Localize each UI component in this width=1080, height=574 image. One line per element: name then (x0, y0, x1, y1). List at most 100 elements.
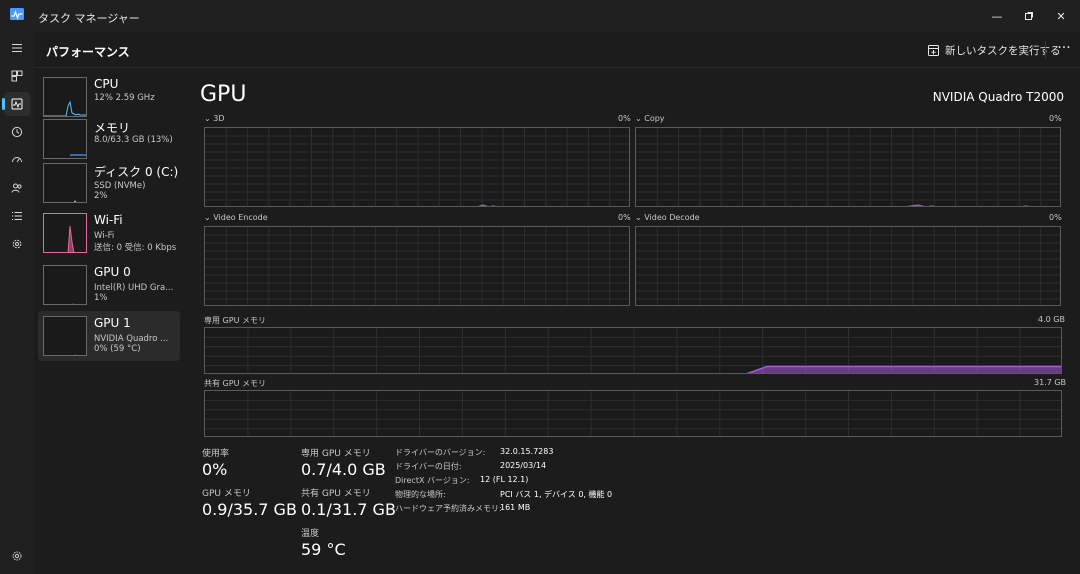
device-name: GPU 0 (94, 265, 131, 279)
engine-selector-copy[interactable]: ⌄ Copy (635, 114, 665, 123)
directx-version-value: 12 (FL 12.1) (480, 475, 529, 484)
nav-app-history[interactable] (4, 120, 30, 144)
device-detail: Wi-Fi (94, 231, 115, 241)
gpu-performance-panel: GPU NVIDIA Quadro T2000 ⌄ 3D 0% ⌄ Copy 0… (184, 68, 1080, 574)
graph-grid (636, 227, 1060, 305)
device-item-memory[interactable]: メモリ 8.0/63.3 GB (13%) (38, 114, 180, 164)
more-options-button[interactable]: ··· (1054, 41, 1074, 59)
utilization-value: 0% (202, 460, 228, 479)
details-icon (12, 212, 22, 220)
cpu-mini-graph (43, 77, 87, 117)
graph-dedicated-memory (204, 327, 1062, 374)
device-name: Wi-Fi (94, 213, 123, 227)
disk-mini-graph (43, 163, 87, 203)
driver-version-value: 32.0.15.7283 (500, 447, 554, 456)
engine-label: Video Encode (213, 213, 268, 222)
page-header: パフォーマンス 新しいタスクを実行する ··· (34, 32, 1080, 68)
header-divider (1045, 41, 1046, 59)
settings-icon (12, 551, 22, 561)
dedicated-memory-max: 4.0 GB (1038, 315, 1065, 324)
dedicated-memory-fill (748, 366, 1061, 373)
device-item-wifi[interactable]: Wi-Fi Wi-Fi 送信: 0 受信: 0 Kbps (38, 208, 180, 258)
run-new-task-label: 新しいタスクを実行する (945, 44, 1061, 57)
device-detail: 12% 2.59 GHz (94, 93, 155, 103)
device-name: ディスク 0 (C:) (94, 165, 179, 179)
engine-value: 0% (1049, 114, 1062, 123)
dedicated-memory-stat-label: 専用 GPU メモリ (301, 449, 371, 459)
utilization-label: 使用率 (202, 449, 230, 459)
processes-icon (11, 70, 23, 82)
physical-location-label: 物理的な場所: (395, 490, 446, 499)
shared-memory-stat-value: 0.1/31.7 GB (301, 500, 396, 519)
graph-video-encode (204, 226, 630, 306)
gpu1-mini-graph (43, 316, 87, 356)
device-detail-2: 送信: 0 受信: 0 Kbps (94, 243, 177, 253)
driver-date-label: ドライバーの日付: (395, 462, 462, 471)
physical-location-value: PCI バス 1, デバイス 0, 機能 0 (500, 490, 613, 499)
nav-users[interactable] (4, 176, 30, 200)
nav-rail (0, 32, 34, 574)
new-task-icon (928, 44, 939, 56)
minimize-button[interactable]: — (980, 0, 1014, 32)
graph-copy (635, 127, 1061, 207)
engine-value: 0% (1049, 213, 1062, 222)
restore-icon (1025, 12, 1033, 20)
nav-menu-button[interactable] (4, 36, 30, 60)
device-item-gpu1[interactable]: GPU 1 NVIDIA Quadro ... 0% (59 °C) (38, 311, 180, 361)
maximize-button[interactable] (1012, 0, 1046, 32)
device-list: CPU 12% 2.59 GHz メモリ 8.0/63.3 GB (13%) デ… (34, 68, 184, 574)
run-new-task-button[interactable]: 新しいタスクを実行する (928, 42, 1061, 58)
temperature-value: 59 °C (301, 540, 346, 559)
nav-details[interactable] (4, 204, 30, 228)
hamburger-icon (12, 43, 22, 53)
device-item-gpu0[interactable]: GPU 0 Intel(R) UHD Gra... 1% (38, 260, 180, 310)
device-detail: SSD (NVMe) (94, 181, 146, 191)
nav-settings[interactable] (4, 544, 30, 568)
gpu-memory-value: 0.9/35.7 GB (202, 500, 297, 519)
services-icon (12, 239, 22, 249)
reserved-memory-value: 161 MB (500, 503, 531, 512)
reserved-memory-label: ハードウェア予約済みメモリ: (395, 504, 502, 513)
graph-3d (204, 127, 630, 207)
wifi-mini-graph (43, 213, 87, 253)
engine-value: 0% (618, 213, 631, 222)
graph-video-decode (635, 226, 1061, 306)
shared-memory-max: 31.7 GB (1034, 378, 1067, 387)
gpu-memory-label: GPU メモリ (202, 489, 251, 499)
driver-version-label: ドライバーのバージョン: (395, 448, 486, 457)
graph-shared-memory (204, 390, 1062, 437)
nav-startup-apps[interactable] (4, 148, 30, 172)
users-icon (11, 183, 22, 193)
app-history-icon (11, 126, 23, 138)
engine-label: Copy (644, 114, 665, 123)
window-title: タスク マネージャー (38, 12, 140, 25)
device-detail: 8.0/63.3 GB (13%) (94, 135, 173, 145)
graph-grid (205, 227, 629, 305)
shared-memory-label: 共有 GPU メモリ (204, 379, 266, 388)
close-button[interactable]: ✕ (1044, 0, 1078, 32)
nav-processes[interactable] (4, 64, 30, 88)
memory-mini-graph (43, 119, 87, 159)
device-name: GPU 1 (94, 316, 131, 330)
engine-label: Video Decode (644, 213, 700, 222)
device-name: CPU (94, 77, 119, 91)
startup-apps-icon (12, 157, 22, 163)
temperature-label: 温度 (301, 529, 320, 539)
panel-title: GPU (200, 82, 247, 107)
engine-selector-video-decode[interactable]: ⌄ Video Decode (635, 213, 700, 222)
engine-selector-video-encode[interactable]: ⌄ Video Encode (204, 213, 268, 222)
driver-date-value: 2025/03/14 (500, 461, 547, 470)
engine-selector-3d[interactable]: ⌄ 3D (204, 114, 225, 123)
gpu0-mini-graph (43, 265, 87, 305)
device-name: メモリ (94, 121, 131, 135)
title-bar: タスク マネージャー — ✕ (0, 0, 1080, 32)
graph-grid (205, 391, 1061, 436)
directx-version-label: DirectX バージョン: (395, 476, 470, 485)
device-detail: Intel(R) UHD Gra... (94, 283, 174, 293)
dedicated-memory-label: 専用 GPU メモリ (204, 316, 266, 325)
engine-label: 3D (213, 114, 225, 123)
nav-services[interactable] (4, 232, 30, 256)
device-item-disk[interactable]: ディスク 0 (C:) SSD (NVMe) 2% (38, 158, 180, 208)
nav-performance[interactable] (2, 92, 30, 116)
device-detail: NVIDIA Quadro ... (94, 334, 169, 344)
